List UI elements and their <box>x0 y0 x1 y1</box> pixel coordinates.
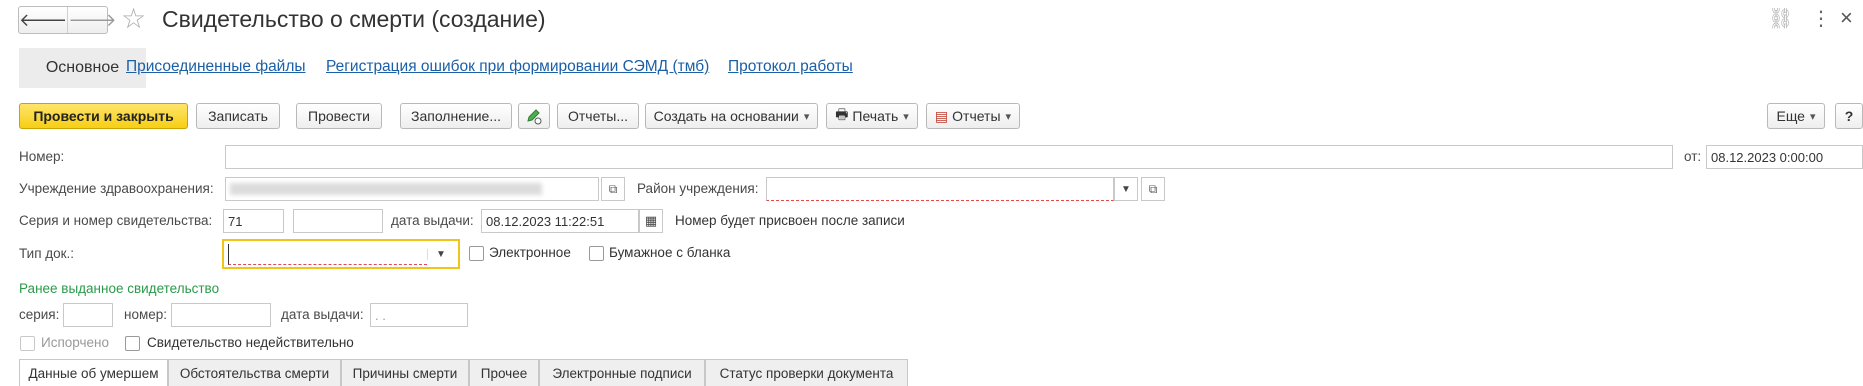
prev-date-input[interactable]: . . <box>370 303 468 327</box>
invalid-checkbox[interactable] <box>125 336 140 351</box>
reports-dropdown-button[interactable]: ▤ Отчеты <box>926 103 1020 129</box>
create-based-button[interactable]: Создать на основании <box>645 103 818 129</box>
more-button[interactable]: Еще <box>1767 103 1825 129</box>
prev-series-input[interactable] <box>63 303 113 327</box>
tab-semd-errors[interactable]: Регистрация ошибок при формировании СЭМД… <box>326 58 709 76</box>
tab-main-label: Основное <box>45 59 120 76</box>
paper-label: Бумажное с бланка <box>609 245 731 260</box>
tab-other[interactable]: Прочее <box>469 359 539 386</box>
arrow-left-icon[interactable]: 🡐 <box>19 7 69 33</box>
spoiled-label: Испорчено <box>41 335 109 350</box>
tab-attached-files[interactable]: Присоединенные файлы <box>126 58 306 76</box>
series-input[interactable]: 71 <box>223 209 284 233</box>
paper-checkbox[interactable] <box>589 246 604 261</box>
tab-work-protocol[interactable]: Протокол работы <box>728 58 853 76</box>
prev-number-label: номер: <box>124 307 168 322</box>
more-vertical-icon[interactable]: ⋮ <box>1811 6 1831 31</box>
prev-number-input[interactable] <box>171 303 271 327</box>
electronic-checkbox[interactable] <box>469 246 484 261</box>
reports-dots-button[interactable]: Отчеты... <box>557 103 639 129</box>
from-label: от: <box>1684 149 1702 164</box>
district-label: Район учреждения: <box>637 181 759 196</box>
doc-type-label: Тип док.: <box>19 246 75 261</box>
tab-document-check-status[interactable]: Статус проверки документа <box>705 359 908 386</box>
chevron-down-icon: ▼ <box>1121 183 1131 195</box>
certificate-number-input[interactable] <box>293 209 383 233</box>
help-button[interactable]: ? <box>1835 103 1863 129</box>
post-and-close-button[interactable]: Провести и закрыть <box>19 103 188 129</box>
district-open-button[interactable]: ⧉ <box>1141 177 1165 201</box>
doc-type-input[interactable]: ▼ <box>222 239 460 269</box>
invalid-label: Свидетельство недействительно <box>147 335 354 350</box>
reports-label: Отчеты <box>952 108 1001 124</box>
print-button[interactable]: 🖶 Печать <box>826 103 918 129</box>
institution-open-button[interactable]: ⧉ <box>601 177 625 201</box>
issue-date-label: дата выдачи: <box>391 213 474 228</box>
tab-death-circumstances[interactable]: Обстоятельства смерти <box>168 359 341 386</box>
district-input[interactable] <box>766 177 1114 201</box>
calendar-icon: ▦ <box>644 213 658 228</box>
edit-icon-button[interactable] <box>518 103 550 129</box>
tab-deceased-data[interactable]: Данные об умершем <box>19 359 168 386</box>
spoiled-checkbox[interactable] <box>20 336 35 351</box>
print-label: Печать <box>852 108 899 124</box>
district-dropdown-button[interactable]: ▼ <box>1114 177 1138 201</box>
prev-date-label: дата выдачи: <box>281 307 364 322</box>
issue-date-input[interactable]: 08.12.2023 11:22:51 <box>481 209 639 233</box>
post-button[interactable]: Провести <box>296 103 382 129</box>
previous-certificate-header: Ранее выданное свидетельство <box>19 281 220 296</box>
institution-label: Учреждение здравоохранения: <box>19 181 214 196</box>
create-based-label: Создать на основании <box>653 108 799 124</box>
arrow-right-icon[interactable]: 🡒 <box>68 7 116 33</box>
number-label: Номер: <box>19 149 65 164</box>
institution-blurred-value <box>230 183 542 195</box>
nav-buttons: 🡐 🡒 <box>18 6 117 34</box>
prev-series-label: серия: <box>19 307 60 322</box>
chevron-down-icon[interactable]: ▼ <box>427 248 454 260</box>
tab-death-causes[interactable]: Причины смерти <box>341 359 469 386</box>
number-input[interactable] <box>225 145 1673 169</box>
electronic-label: Электронное <box>489 245 571 260</box>
open-window-icon: ⧉ <box>1148 181 1158 196</box>
institution-input[interactable] <box>225 177 599 201</box>
save-button[interactable]: Записать <box>196 103 280 129</box>
number-note: Номер будет присвоен после записи <box>675 213 905 228</box>
page-title: Свидетельство о смерти (создание) <box>162 6 546 32</box>
printer-icon: 🖶 <box>835 106 849 122</box>
from-date-input[interactable]: 08.12.2023 0:00:00 <box>1706 145 1863 169</box>
calendar-button[interactable]: ▦ <box>639 209 663 233</box>
close-icon[interactable]: × <box>1840 5 1853 31</box>
report-icon: ▤ <box>934 107 949 124</box>
pencil-icon <box>527 109 542 125</box>
doc-type-value <box>228 243 427 265</box>
star-icon[interactable]: ☆ <box>121 2 146 35</box>
series-label: Серия и номер свидетельства: <box>19 213 213 228</box>
fill-button[interactable]: Заполнение... <box>400 103 512 129</box>
more-label: Еще <box>1776 108 1805 124</box>
tab-electronic-signatures[interactable]: Электронные подписи <box>539 359 705 386</box>
link-icon[interactable]: ⛓ <box>1768 6 1793 31</box>
open-window-icon: ⧉ <box>608 181 618 196</box>
